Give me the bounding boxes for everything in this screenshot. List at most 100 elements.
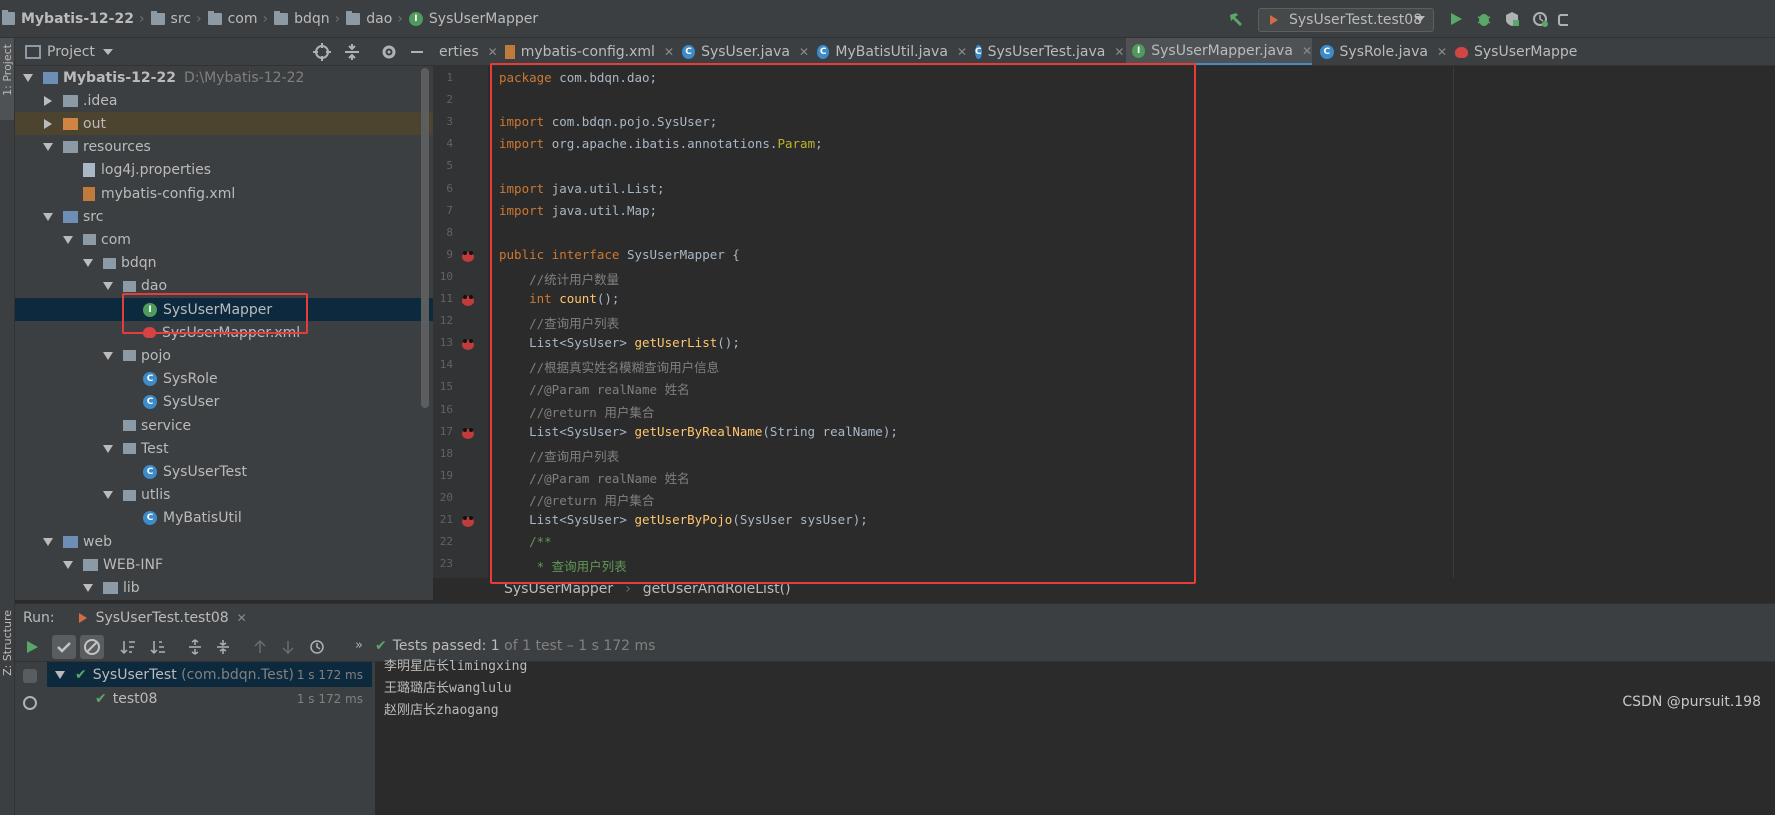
close-icon[interactable]: ✕ bbox=[957, 45, 967, 59]
sort-duration-icon[interactable] bbox=[150, 639, 166, 655]
close-icon[interactable]: ✕ bbox=[488, 45, 498, 59]
test-case-row[interactable]: ✔ test08 1 s 172 ms bbox=[15, 687, 370, 710]
tree-item-test[interactable]: Test bbox=[15, 437, 433, 460]
tab-sysusermappe[interactable]: SysUserMappe bbox=[1449, 38, 1589, 65]
settings-icon[interactable] bbox=[23, 696, 37, 710]
show-passed-toggle[interactable] bbox=[52, 635, 76, 659]
chevron-down-icon[interactable] bbox=[43, 537, 53, 546]
tree-item-web[interactable]: web bbox=[15, 530, 433, 553]
tree-scrollbar[interactable] bbox=[421, 68, 429, 408]
next-failed-icon[interactable] bbox=[280, 639, 296, 655]
tree-item-sysuser[interactable]: C SysUser bbox=[15, 391, 433, 414]
tab-sysusermapper-java[interactable]: I SysUserMapper.java ✕ bbox=[1126, 38, 1312, 65]
previous-failed-icon[interactable] bbox=[252, 639, 268, 655]
breadcrumb-bdqn[interactable]: bdqn › bbox=[274, 10, 346, 27]
run-icon[interactable] bbox=[1448, 11, 1464, 27]
close-icon[interactable]: ✕ bbox=[237, 611, 247, 625]
chevron-down-icon[interactable] bbox=[43, 143, 53, 152]
breadcrumb-src[interactable]: src › bbox=[150, 10, 208, 27]
chevron-down-icon[interactable] bbox=[83, 259, 93, 268]
close-icon[interactable]: ✕ bbox=[1437, 45, 1447, 59]
tree-item-pojo[interactable]: pojo bbox=[15, 344, 433, 367]
close-icon[interactable]: ✕ bbox=[1302, 44, 1312, 58]
tree-item-bdqn[interactable]: bdqn bbox=[15, 252, 433, 275]
chevron-down-icon[interactable] bbox=[103, 351, 113, 360]
console-icon[interactable] bbox=[23, 669, 37, 683]
breadcrumb-com[interactable]: com › bbox=[207, 10, 275, 27]
tab-erties[interactable]: erties ✕ bbox=[433, 38, 498, 65]
tree-item-sysrole[interactable]: C SysRole bbox=[15, 368, 433, 391]
tab-sysusertest-java[interactable]: C SysUserTest.java ✕ bbox=[969, 38, 1124, 65]
build-hammer-icon[interactable] bbox=[1228, 11, 1244, 27]
chevron-down-icon[interactable] bbox=[63, 560, 73, 569]
tree-item-out[interactable]: out bbox=[15, 112, 433, 136]
chevron-down-icon[interactable] bbox=[102, 48, 113, 55]
tree-item-sysusermapper-xml[interactable]: SysUserMapper.xml bbox=[15, 321, 433, 344]
mybatis-navigate-icon[interactable] bbox=[461, 294, 474, 306]
close-icon[interactable]: ✕ bbox=[1114, 45, 1124, 59]
tree-item-sysusermapper[interactable]: I SysUserMapper bbox=[15, 298, 433, 321]
chevron-down-icon[interactable] bbox=[43, 212, 53, 221]
close-icon[interactable]: ✕ bbox=[799, 45, 809, 59]
history-icon[interactable] bbox=[309, 639, 325, 655]
locate-icon[interactable] bbox=[313, 43, 331, 61]
breadcrumb-dao[interactable]: dao › bbox=[346, 10, 409, 27]
tree-item-web-inf[interactable]: WEB-INF bbox=[15, 553, 433, 576]
tree-item-utlis[interactable]: utlis bbox=[15, 484, 433, 507]
tree-item-src[interactable]: src bbox=[15, 205, 433, 228]
tree-item-resources[interactable]: resources bbox=[15, 136, 433, 159]
gear-icon[interactable] bbox=[380, 43, 398, 61]
tree-item-mybatis-config-xml[interactable]: mybatis-config.xml bbox=[15, 182, 433, 205]
chevron-down-icon[interactable] bbox=[103, 282, 113, 291]
expand-all-icon[interactable] bbox=[187, 639, 203, 655]
chevron-down-icon[interactable] bbox=[63, 235, 73, 244]
tree-item-mybatis-12-22[interactable]: Mybatis-12-22 D:\Mybatis-12-22 bbox=[15, 66, 433, 89]
breadcrumb-file[interactable]: I SysUserMapper bbox=[408, 11, 538, 27]
close-icon[interactable]: ✕ bbox=[664, 45, 674, 59]
mybatis-navigate-icon[interactable] bbox=[461, 515, 474, 527]
breadcrumb-project[interactable]: Mybatis-12-22 › bbox=[2, 10, 151, 27]
chevron-down-icon[interactable] bbox=[23, 73, 33, 82]
tab-mybatisutil-java[interactable]: C MyBatisUtil.java ✕ bbox=[811, 38, 967, 65]
chevron-down-icon[interactable] bbox=[83, 583, 93, 592]
more-toolbar-icon[interactable]: » bbox=[355, 638, 363, 653]
breadcrumb-method[interactable]: getUserAndRoleList() bbox=[643, 581, 791, 597]
debug-icon[interactable] bbox=[1476, 11, 1492, 27]
structure-tool-button[interactable]: Z: Structure bbox=[1, 610, 14, 676]
test-suite-row[interactable]: ✔ SysUserTest (com.bdqn.Test) 1 s 172 ms bbox=[15, 663, 370, 686]
more-actions-icon[interactable] bbox=[1558, 14, 1568, 26]
tab-sysrole-java[interactable]: C SysRole.java ✕ bbox=[1314, 38, 1447, 65]
project-panel-title[interactable]: Project bbox=[47, 44, 95, 60]
profiler-icon[interactable] bbox=[1532, 11, 1548, 27]
breadcrumb-interface[interactable]: SysUserMapper bbox=[504, 581, 613, 597]
run-configuration-select[interactable]: SysUserTest.test08 bbox=[1258, 8, 1434, 32]
console-output[interactable]: 李明星店长limingxing 王璐璐店长wanglulu 赵刚店长zhaoga… bbox=[375, 659, 1775, 815]
tree-item-service[interactable]: service bbox=[15, 414, 433, 437]
mybatis-navigate-icon[interactable] bbox=[461, 338, 474, 351]
mybatis-navigate-icon[interactable] bbox=[461, 250, 474, 262]
rerun-icon[interactable] bbox=[24, 639, 40, 655]
chevron-down-icon[interactable] bbox=[103, 444, 113, 453]
tree-item-idea[interactable]: .idea bbox=[15, 89, 433, 112]
tab-mybatis-config-xml[interactable]: mybatis-config.xml ✕ bbox=[499, 38, 674, 65]
sort-alpha-icon[interactable] bbox=[120, 639, 136, 655]
tree-item-com[interactable]: com bbox=[15, 228, 433, 251]
project-tool-button[interactable]: 1: Project bbox=[1, 44, 14, 96]
coverage-icon[interactable] bbox=[1504, 11, 1520, 27]
show-ignored-toggle[interactable] bbox=[80, 635, 104, 659]
chevron-right-icon[interactable] bbox=[44, 95, 52, 106]
hide-panel-icon[interactable] bbox=[411, 51, 423, 53]
code-editor[interactable]: 1 2 3 4 5 6 7 8 9 10 11 12 13 14 15 16 17 18 19 20 21 22 23 pa… bbox=[433, 66, 1775, 600]
tree-item-mybatisutil[interactable]: C MyBatisUtil bbox=[15, 507, 433, 530]
collapse-all-icon[interactable] bbox=[343, 43, 361, 61]
tree-item-lib[interactable]: lib bbox=[15, 576, 433, 599]
tree-item-dao[interactable]: dao bbox=[15, 275, 433, 298]
mybatis-navigate-icon[interactable] bbox=[461, 427, 474, 439]
tree-item-log4j-properties[interactable]: log4j.properties bbox=[15, 159, 433, 182]
chevron-right-icon[interactable] bbox=[44, 118, 52, 129]
tab-sysuser-java[interactable]: C SysUser.java ✕ bbox=[676, 38, 809, 65]
run-tab[interactable]: SysUserTest.test08 ✕ bbox=[77, 610, 247, 626]
chevron-down-icon[interactable] bbox=[103, 491, 113, 500]
collapse-all-icon[interactable] bbox=[215, 639, 231, 655]
tree-item-sysusertest[interactable]: C SysUserTest bbox=[15, 460, 433, 483]
